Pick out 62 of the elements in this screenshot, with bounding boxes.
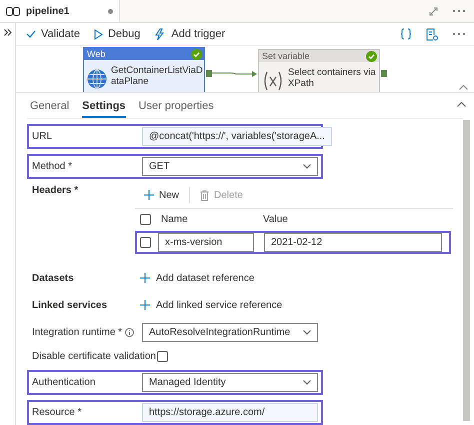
field-label: Authentication: [32, 377, 96, 388]
chevron-down-icon: [303, 330, 311, 335]
code-icon[interactable]: [400, 28, 412, 40]
chevron-up-icon[interactable]: [459, 85, 468, 90]
dropdown[interactable]: AutoResolveIntegrationRuntime: [142, 323, 318, 342]
field-label: Linked services: [32, 300, 108, 310]
expand-panel-icon[interactable]: [4, 29, 12, 36]
plus-icon: [140, 300, 150, 310]
tab[interactable]: General: [30, 96, 70, 118]
field-label: Integration runtime *: [32, 327, 122, 338]
activity-type: Web: [87, 49, 106, 60]
field-label: Datasets: [32, 272, 74, 284]
output-handle[interactable]: [381, 70, 387, 78]
connector-arrow: [212, 70, 258, 78]
column-header: Name: [160, 214, 189, 225]
pipeline-icon: [6, 6, 20, 16]
value-field[interactable]: 2021-02-12: [264, 233, 442, 252]
more-icon[interactable]: [452, 32, 466, 36]
chevron-down-icon: [303, 380, 311, 385]
field-label: Method *: [32, 161, 72, 172]
field-label: URL: [32, 131, 52, 142]
checkbox[interactable]: [140, 237, 151, 248]
globe-icon: [87, 69, 107, 90]
column-header: Value: [263, 214, 288, 225]
expand-icon[interactable]: [429, 6, 438, 16]
field-label: Headers *: [32, 185, 78, 196]
activity-name: Select containers via XPath: [288, 67, 377, 92]
dropdown[interactable]: GET: [142, 157, 318, 176]
text-field[interactable]: @concat('https://', variables('storageA...: [142, 127, 332, 146]
checkmark-icon: [26, 30, 36, 38]
activity-type: Set variable: [262, 51, 310, 62]
output-handle[interactable]: [206, 70, 212, 78]
document-tab[interactable]: pipeline1: [0, 0, 120, 22]
activity-node[interactable]: Web GetContainerListViaDataPlane: [83, 47, 205, 92]
more-icon[interactable]: [452, 9, 466, 13]
add-link[interactable]: Add linked service reference: [140, 300, 282, 310]
add-link[interactable]: Add dataset reference: [140, 272, 254, 284]
activity-node[interactable]: Set variable Select containers via XPath: [258, 49, 380, 92]
new-button[interactable]: New: [140, 190, 184, 200]
field-label: Resource *: [32, 407, 82, 418]
checkbox[interactable]: [156, 350, 168, 362]
variable-icon: [262, 71, 284, 92]
name-field[interactable]: x-ms-version: [158, 233, 254, 252]
field-label: Disable certificate validation: [32, 350, 156, 362]
scrollbar[interactable]: [463, 120, 470, 421]
collapse-icon[interactable]: [457, 102, 466, 107]
plus-icon: [140, 273, 150, 283]
play-icon: [94, 28, 103, 40]
tab[interactable]: User properties: [138, 96, 214, 118]
checkbox[interactable]: [140, 214, 151, 225]
trigger-button[interactable]: Add trigger: [154, 28, 226, 41]
debug-button[interactable]: Debug: [94, 28, 140, 40]
validate-button[interactable]: Validate: [26, 28, 80, 40]
dropdown[interactable]: Managed Identity: [142, 373, 318, 392]
plus-icon: [144, 190, 154, 200]
lightning-icon: [154, 28, 166, 41]
document-icon[interactable]: [426, 28, 438, 41]
chevron-down-icon: [303, 164, 311, 169]
text-field[interactable]: https://storage.azure.com/: [142, 403, 318, 422]
trash-icon: [200, 190, 210, 200]
activity-name: GetContainerListViaDataPlane: [111, 65, 203, 90]
tab[interactable]: Settings: [82, 96, 126, 118]
